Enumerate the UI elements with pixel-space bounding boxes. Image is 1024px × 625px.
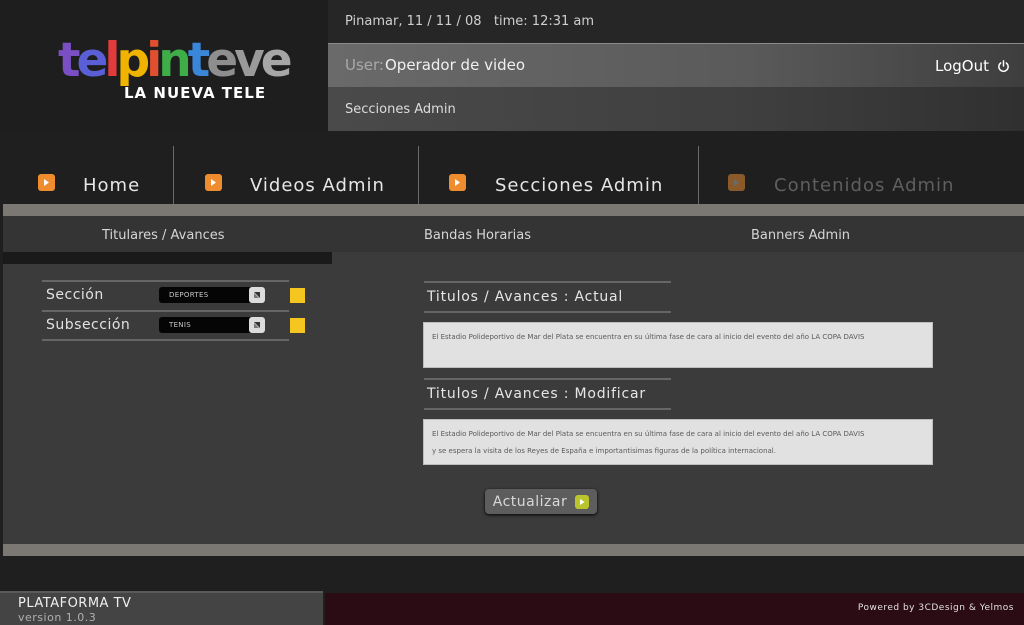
panel-bottom-strip (3, 544, 1024, 556)
platform-name: PLATAFORMA TV (18, 596, 132, 611)
footer-platform: PLATAFORMA TV version 1.0.3 (0, 591, 323, 625)
subseccion-select[interactable]: TENIS (159, 317, 265, 333)
logo-letter: e (76, 33, 108, 88)
nav-item-videos-admin[interactable]: Videos Admin (205, 146, 385, 204)
actualizar-label: Actualizar (492, 493, 568, 510)
current-section-bar: Secciones Admin (328, 87, 1024, 131)
actual-text: El Estadio Polideportivo de Mar del Plat… (432, 333, 865, 341)
form-divider (42, 339, 289, 341)
logout-label: LogOut (935, 57, 989, 75)
nav-divider (418, 146, 419, 204)
seccion-select-value: DEPORTES (169, 291, 209, 299)
logo-letter: n (158, 33, 192, 88)
actual-title-bar: Titulos / Avances : Actual (424, 281, 671, 313)
nav-label-home: Home (83, 175, 141, 196)
actual-title: Titulos / Avances : Actual (427, 289, 624, 305)
seccion-select[interactable]: DEPORTES (159, 287, 265, 303)
subseccion-row: Subsección TENIS (42, 310, 305, 339)
nav-item-home[interactable]: Home (38, 146, 140, 204)
nav-item-secciones-admin[interactable]: Secciones Admin (449, 146, 663, 204)
nav-label-secciones-admin: Secciones Admin (495, 175, 664, 196)
active-tab-indicator (3, 252, 332, 264)
logo-tagline: LA NUEVA TELE (124, 84, 267, 102)
date-time-bar: Pinamar, 11 / 11 / 08 time: 12:31 am (328, 0, 1024, 43)
power-icon (998, 59, 1009, 72)
telpinteve-logo[interactable]: telpinteve LA NUEVA TELE (58, 33, 293, 106)
seccion-row: Sección DEPORTES (42, 280, 305, 309)
arrow-right-icon (575, 494, 590, 509)
tab-titulares-avances[interactable]: Titulares / Avances (102, 228, 225, 243)
user-name: Operador de video (385, 56, 526, 74)
logo-wordmark: telpinteve (58, 33, 293, 88)
modificar-title: Titulos / Avances : Modificar (427, 386, 646, 402)
content-panel: Titulares / Avances Bandas Horarias Bann… (3, 204, 1024, 556)
seccion-color-swatch[interactable] (290, 288, 305, 303)
subseccion-label: Subsección (46, 317, 131, 333)
actualizar-button[interactable]: Actualizar (485, 489, 597, 514)
tab-bandas-horarias[interactable]: Bandas Horarias (424, 228, 531, 243)
logo-letter: p (116, 33, 150, 88)
user-bar: User: Operador de video LogOut (328, 43, 1024, 87)
nav-label-videos-admin: Videos Admin (250, 175, 385, 196)
sub-tabs: Titulares / Avances Bandas Horarias Bann… (3, 216, 1024, 252)
user-label: User: (345, 56, 384, 74)
logout-button[interactable]: LogOut (935, 57, 1010, 75)
logo-letter: e (206, 33, 238, 88)
main-nav: Home Videos Admin Secciones Admin Conten… (0, 146, 1024, 204)
nav-divider (698, 146, 699, 204)
arrow-right-icon (38, 174, 55, 191)
nav-item-contenidos-admin[interactable]: Contenidos Admin (728, 146, 954, 204)
modificar-text-line-1: El Estadio Polideportivo de Mar del Plat… (432, 430, 865, 438)
platform-version: version 1.0.3 (18, 611, 97, 624)
modificar-textarea[interactable]: El Estadio Polideportivo de Mar del Plat… (423, 419, 933, 465)
logo-letter: t (58, 33, 81, 88)
logo-letter: v (234, 33, 265, 88)
logo-area: telpinteve LA NUEVA TELE (0, 0, 328, 130)
subseccion-color-swatch[interactable] (290, 318, 305, 333)
modificar-title-bar: Titulos / Avances : Modificar (424, 378, 671, 410)
select-arrow-icon[interactable] (249, 317, 265, 333)
select-arrow-icon[interactable] (249, 287, 265, 303)
logo-letter: i (146, 33, 162, 88)
date-time-text: Pinamar, 11 / 11 / 08 time: 12:31 am (345, 14, 595, 29)
logo-letter: e (260, 33, 293, 88)
tab-banners-admin[interactable]: Banners Admin (751, 228, 850, 243)
actual-text-box: El Estadio Polideportivo de Mar del Plat… (423, 322, 933, 368)
nav-label-contenidos-admin: Contenidos Admin (774, 175, 955, 196)
subseccion-select-value: TENIS (169, 321, 191, 329)
nav-divider (173, 146, 174, 204)
arrow-right-icon (728, 174, 745, 191)
footer-credits: Powered by 3CDesign & Yelmos (325, 593, 1024, 625)
seccion-label: Sección (46, 287, 104, 303)
modificar-text-line-2: y se espera la visita de los Reyes de Es… (432, 447, 776, 455)
logo-letter: l (104, 33, 120, 88)
panel-top-strip (3, 204, 1024, 216)
arrow-right-icon (205, 174, 222, 191)
logo-letter: t (187, 33, 211, 88)
current-section-text: Secciones Admin (345, 102, 456, 117)
powered-by-text: Powered by 3CDesign & Yelmos (857, 603, 1014, 613)
arrow-right-icon (449, 174, 466, 191)
